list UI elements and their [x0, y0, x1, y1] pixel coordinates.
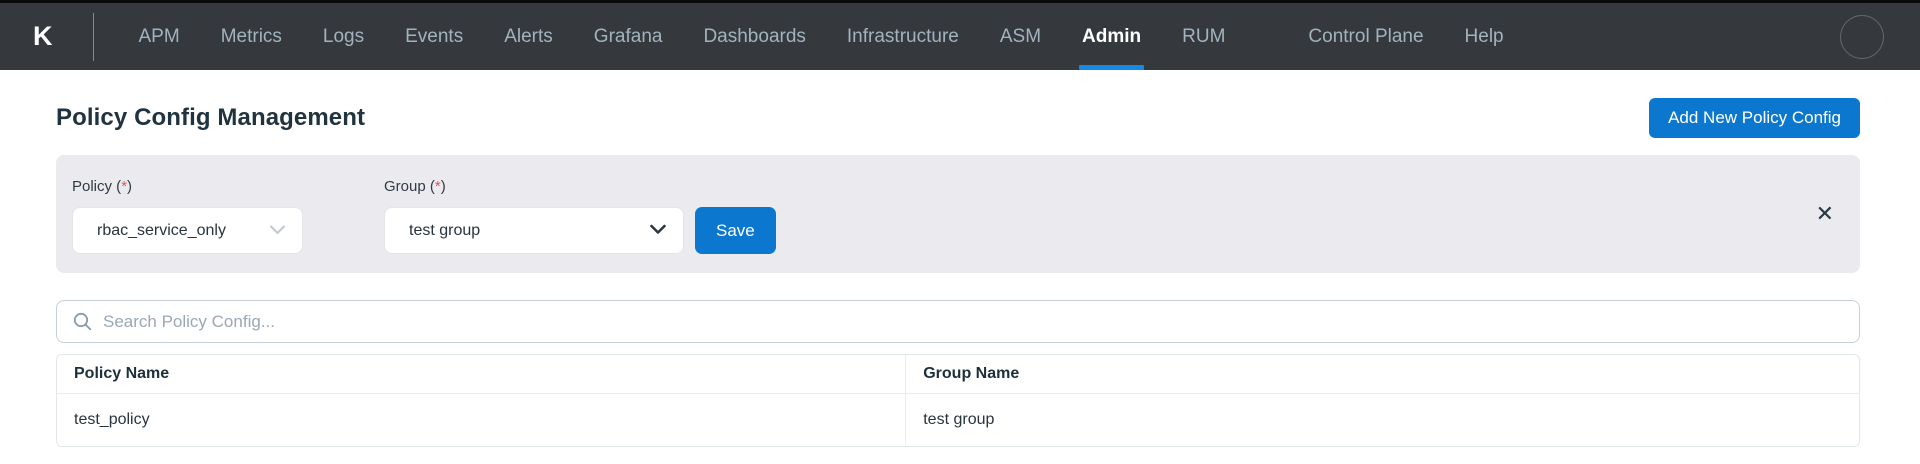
nav-item-dashboards[interactable]: Dashboards [703, 3, 805, 70]
policy-config-table: Policy Name Group Name test_policy test … [56, 354, 1860, 447]
top-navbar: K APM Metrics Logs Events Alerts Grafana… [0, 0, 1920, 70]
policy-select[interactable]: rbac_service_only [72, 207, 303, 254]
avatar-placeholder[interactable] [1840, 14, 1884, 59]
search-bar [56, 300, 1860, 343]
nav-item-grafana[interactable]: Grafana [594, 3, 663, 70]
nav-divider [92, 12, 94, 61]
column-header-policy-name: Policy Name [57, 355, 907, 394]
nav-item-alerts[interactable]: Alerts [504, 3, 553, 70]
chevron-down-icon [270, 222, 285, 240]
search-icon [73, 312, 92, 331]
active-tab-underline [1079, 65, 1145, 70]
chevron-down-icon [650, 222, 666, 240]
nav-item-admin-label: Admin [1082, 25, 1142, 47]
page-header: Policy Config Management Add New Policy … [56, 98, 1860, 138]
table-row: test_policy test group [57, 393, 1859, 446]
cell-policy-name: test_policy [57, 393, 907, 446]
app-logo[interactable]: K [33, 23, 53, 50]
column-header-group-name: Group Name [905, 355, 1859, 394]
nav-item-events[interactable]: Events [405, 3, 463, 70]
policy-label: Policy (*) [72, 178, 133, 195]
nav-item-metrics[interactable]: Metrics [221, 3, 282, 70]
table-header-row: Policy Name Group Name [57, 355, 1859, 394]
nav-item-control-plane[interactable]: Control Plane [1308, 3, 1423, 70]
policy-select-value: rbac_service_only [97, 221, 226, 239]
group-field: Group (*) test group [384, 178, 684, 254]
search-input[interactable] [103, 311, 1843, 332]
policy-config-form-panel: Policy (*) rbac_service_only Group (*) t… [56, 155, 1860, 273]
nav-item-admin[interactable]: Admin [1079, 3, 1145, 70]
nav-menu: APM Metrics Logs Events Alerts Grafana D… [139, 3, 1504, 70]
group-select-value: test group [409, 221, 481, 239]
form-row: Policy (*) rbac_service_only Group (*) t… [72, 178, 1844, 254]
group-label: Group (*) [384, 178, 446, 195]
nav-item-infrastructure[interactable]: Infrastructure [847, 3, 959, 70]
nav-item-logs[interactable]: Logs [323, 3, 364, 70]
add-new-policy-config-button[interactable]: Add New Policy Config [1649, 98, 1860, 138]
policy-field: Policy (*) rbac_service_only [72, 178, 303, 254]
close-icon[interactable]: ✕ [1816, 203, 1834, 225]
cell-group-name: test group [905, 393, 1859, 446]
nav-item-apm[interactable]: APM [139, 3, 180, 70]
page-title: Policy Config Management [56, 104, 366, 131]
nav-item-help[interactable]: Help [1465, 3, 1504, 70]
group-select[interactable]: test group [384, 207, 684, 254]
main-content: Policy Config Management Add New Policy … [0, 70, 1920, 447]
nav-item-asm[interactable]: ASM [1000, 3, 1041, 70]
nav-item-rum[interactable]: RUM [1182, 3, 1225, 70]
save-button[interactable]: Save [695, 207, 776, 254]
